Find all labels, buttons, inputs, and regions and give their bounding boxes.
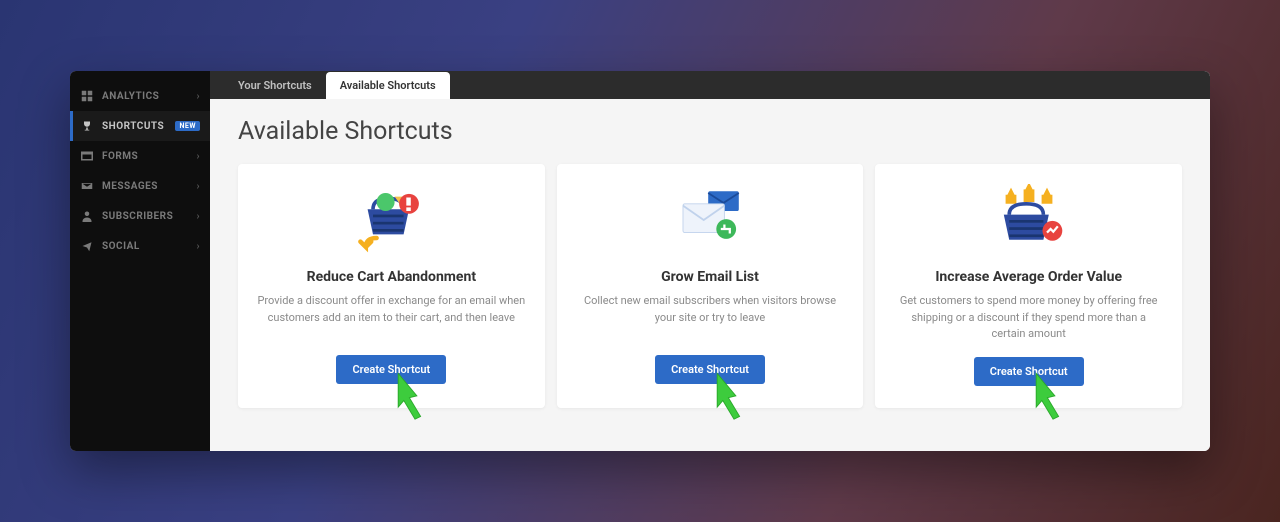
pointer-arrow-icon (1025, 366, 1081, 426)
shortcut-card: Increase Average Order Value Get custome… (875, 164, 1182, 408)
shortcut-card: Grow Email List Collect new email subscr… (557, 164, 864, 408)
sidebar-item-label: ANALYTICS (102, 91, 196, 102)
card-description: Get customers to spend more money by off… (893, 293, 1164, 343)
sidebar-item-label: SUBSCRIBERS (102, 211, 196, 222)
grid-icon (80, 89, 94, 103)
user-icon (80, 209, 94, 223)
app-window: ANALYTICS › SHORTCUTS NEW FORMS › MESSAG… (70, 71, 1210, 451)
window-icon (80, 149, 94, 163)
new-badge: NEW (175, 121, 200, 131)
sidebar-item-social[interactable]: SOCIAL › (70, 231, 210, 261)
card-description: Provide a discount offer in exchange for… (256, 293, 527, 341)
chevron-right-icon: › (196, 151, 200, 162)
chevron-right-icon: › (196, 211, 200, 222)
sidebar-item-label: SHORTCUTS (102, 121, 169, 132)
tab-your-shortcuts[interactable]: Your Shortcuts (224, 72, 326, 99)
sidebar: ANALYTICS › SHORTCUTS NEW FORMS › MESSAG… (70, 71, 210, 451)
shortcut-card: Reduce Cart Abandonment Provide a discou… (238, 164, 545, 408)
card-description: Collect new email subscribers when visit… (575, 293, 846, 341)
chevron-right-icon: › (196, 181, 200, 192)
page-content: Available Shortcuts (210, 99, 1210, 451)
chevron-right-icon: › (196, 91, 200, 102)
sidebar-item-shortcuts[interactable]: SHORTCUTS NEW (70, 111, 210, 141)
trophy-icon (80, 119, 94, 133)
sidebar-item-analytics[interactable]: ANALYTICS › (70, 81, 210, 111)
sidebar-item-forms[interactable]: FORMS › (70, 141, 210, 171)
card-title: Grow Email List (661, 269, 759, 285)
sidebar-item-subscribers[interactable]: SUBSCRIBERS › (70, 201, 210, 231)
tab-bar: Your Shortcuts Available Shortcuts (210, 71, 1210, 99)
page-title: Available Shortcuts (238, 117, 1182, 146)
order-value-icon (984, 182, 1074, 257)
sidebar-item-messages[interactable]: MESSAGES › (70, 171, 210, 201)
pointer-arrow-icon (387, 366, 443, 426)
cart-abandonment-icon (346, 182, 436, 257)
main-content: Your Shortcuts Available Shortcuts Avail… (210, 71, 1210, 451)
sidebar-item-label: MESSAGES (102, 181, 196, 192)
pointer-arrow-icon (706, 366, 762, 426)
sidebar-item-label: FORMS (102, 151, 196, 162)
chevron-right-icon: › (196, 241, 200, 252)
card-title: Reduce Cart Abandonment (307, 269, 476, 285)
shortcut-cards: Reduce Cart Abandonment Provide a discou… (238, 164, 1182, 408)
card-title: Increase Average Order Value (935, 269, 1122, 285)
sidebar-item-label: SOCIAL (102, 241, 196, 252)
share-icon (80, 239, 94, 253)
tab-available-shortcuts[interactable]: Available Shortcuts (326, 72, 450, 99)
email-list-icon (665, 182, 755, 257)
envelope-icon (80, 179, 94, 193)
